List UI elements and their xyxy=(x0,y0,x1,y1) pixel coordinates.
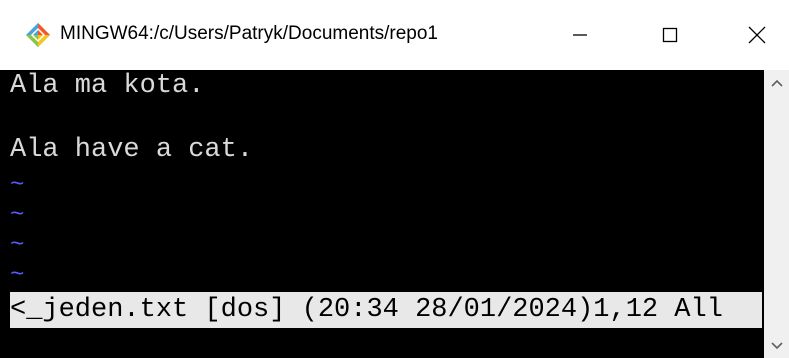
maximize-button[interactable] xyxy=(638,0,702,70)
terminal-window: MINGW64:/c/Users/Patryk/Documents/repo1 … xyxy=(0,0,789,358)
git-diamond-icon xyxy=(25,22,51,48)
empty-line-tilde: ~ xyxy=(10,232,25,259)
empty-line-tilde: ~ xyxy=(10,172,25,199)
title-bar[interactable]: MINGW64:/c/Users/Patryk/Documents/repo1 xyxy=(0,0,789,70)
minimize-icon xyxy=(573,34,587,36)
editor-line-3: Ala have a cat. xyxy=(10,135,254,165)
terminal-area[interactable]: Ala ma kota. Ala have a cat. ~ ~ ~ ~ <_j… xyxy=(0,70,764,358)
scroll-down-button[interactable] xyxy=(764,333,789,358)
empty-line-tilde: ~ xyxy=(10,202,25,229)
chevron-down-icon xyxy=(770,341,783,349)
vertical-scrollbar[interactable] xyxy=(764,70,789,358)
minimize-button[interactable] xyxy=(548,0,612,70)
chevron-up-icon xyxy=(770,79,783,87)
close-button[interactable] xyxy=(725,0,789,70)
editor-line-1: Ala ma kota. xyxy=(10,71,205,101)
maximize-icon xyxy=(662,27,678,43)
scroll-up-button[interactable] xyxy=(764,70,789,95)
close-icon xyxy=(748,26,766,44)
status-line: <_jeden.txt [dos] (20:34 28/01/2024)1,12… xyxy=(10,292,762,328)
window-title: MINGW64:/c/Users/Patryk/Documents/repo1 xyxy=(60,23,438,44)
empty-line-tilde: ~ xyxy=(10,262,25,289)
